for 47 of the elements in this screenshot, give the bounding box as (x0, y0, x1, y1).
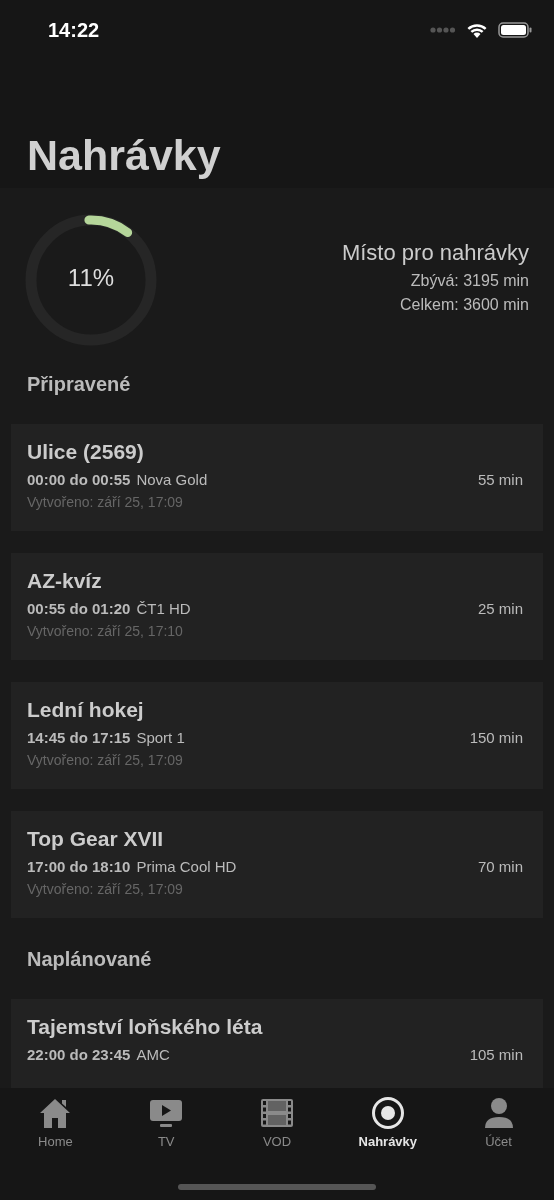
recording-created: Vytvořeno: září 25, 17:09 (27, 881, 184, 897)
wifi-icon (466, 22, 488, 38)
recording-channel: Nova Gold (136, 471, 208, 488)
recording-title: Lední hokej (27, 698, 145, 722)
recording-card[interactable]: Top Gear XVII 17:00 do 18:10 Prima Cool HD 70 min Vytvořeno: září 25, 17:09 (11, 811, 543, 918)
storage-total: Celkem: 3600 min (400, 296, 529, 314)
recording-channel: Prima Cool HD (136, 858, 237, 875)
recording-time: 00:55 do 01:20 (27, 600, 131, 617)
recording-time: 14:45 do 17:15 (27, 729, 131, 746)
recording-card[interactable]: Lední hokej 14:45 do 17:15 Sport 1 150 min Vytvořeno: září 25, 17:09 (11, 682, 543, 789)
storage-remaining: Zbývá: 3195 min (410, 272, 529, 290)
section-title: Připravené (27, 373, 132, 396)
recording-card[interactable]: AZ-kvíz 00:55 do 01:20 ČT1 HD 25 min Vytvořeno: září 25, 17:10 (11, 553, 543, 660)
tab-item[interactable]: TV (110, 1096, 222, 1200)
recording-card[interactable]: Tajemství loňského léta 22:00 do 23:45 AMC 105 min (11, 999, 543, 1088)
recording-created: Vytvořeno: září 25, 17:10 (27, 623, 184, 639)
recording-duration: 150 min (469, 729, 523, 746)
tab-item[interactable]: Nahrávky (332, 1096, 444, 1200)
battery-icon (498, 22, 532, 38)
storage-heading: Místo pro nahrávky (341, 240, 529, 266)
recording-duration: 105 min (469, 1046, 523, 1063)
tab-item[interactable]: Home (0, 1096, 111, 1200)
recording-title: Top Gear XVII (27, 827, 165, 851)
status-time: 14:22 (48, 18, 100, 42)
recording-created: Vytvořeno: září 25, 17:09 (27, 752, 184, 768)
recording-title: Tajemství loňského léta (27, 1015, 264, 1039)
recording-channel: Sport 1 (136, 729, 185, 746)
recording-title: Ulice (2569) (27, 440, 145, 464)
tab-item[interactable]: Účet (443, 1096, 554, 1200)
recording-time: 00:00 do 00:55 (27, 471, 131, 488)
recording-channel: AMC (136, 1046, 170, 1063)
signal-icon (430, 27, 456, 33)
recording-duration: 25 min (477, 600, 523, 617)
recording-channel: ČT1 HD (136, 600, 191, 617)
recording-time: 17:00 do 18:10 (27, 858, 131, 875)
recording-created: Vytvořeno: září 25, 17:09 (27, 494, 184, 510)
recording-title: AZ-kvíz (27, 569, 103, 593)
tab-item[interactable]: VOD (221, 1096, 333, 1200)
section-title: Naplánované (27, 948, 153, 971)
recording-duration: 55 min (477, 471, 523, 488)
film-icon (260, 1096, 294, 1130)
recording-duration: 70 min (477, 858, 523, 875)
recording-time: 22:00 do 23:45 (27, 1046, 131, 1063)
recording-card[interactable]: Ulice (2569) 00:00 do 00:55 Nova Gold 55 min Vytvořeno: září 25, 17:09 (11, 424, 543, 531)
storage-percent: 11% (66, 264, 116, 292)
page-title: Nahrávky (27, 130, 222, 181)
record-icon (370, 1096, 405, 1130)
